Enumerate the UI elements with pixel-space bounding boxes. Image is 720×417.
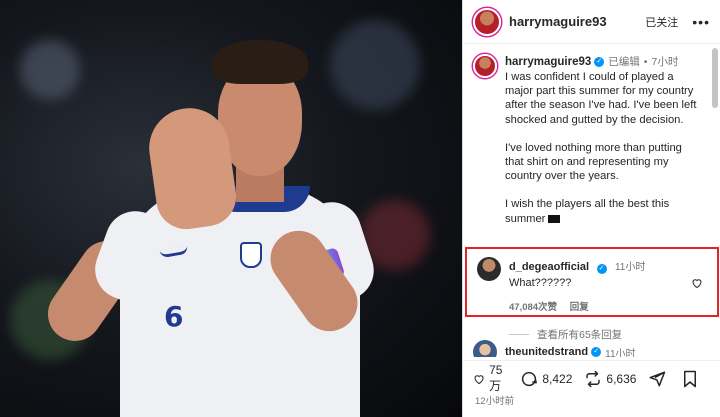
comment-action[interactable]: 8,422 — [520, 370, 572, 388]
verified-badge-icon: ✓ — [594, 56, 605, 67]
reply-button[interactable]: 回复 — [570, 302, 589, 313]
author-avatar[interactable] — [473, 7, 501, 36]
post-time: 7小时 — [651, 56, 679, 68]
caption-paragraph: I wish the players all the best this sum… — [505, 197, 699, 225]
scrollbar-thumb[interactable] — [712, 48, 718, 108]
caption-paragraph: I was confident I could of played a majo… — [505, 71, 697, 126]
comment-icon — [522, 371, 538, 386]
replies-divider — [509, 334, 529, 335]
comment-count: 8,422 — [542, 371, 573, 386]
comment-header: d_degeaofficial ✓ 11小时 — [509, 257, 707, 275]
post-header: harrymaguire93 已关注 ••• — [463, 0, 720, 44]
comments-scroll-area[interactable]: harrymaguire93 ✓ 已编辑 • 7小时 I was confide… — [463, 44, 720, 357]
verified-badge-icon: ✓ — [596, 264, 607, 274]
meta-separator: • — [643, 55, 648, 68]
comment-text: What?????? — [509, 277, 572, 289]
comment-like-heart-icon[interactable] — [691, 277, 703, 289]
post-caption: harrymaguire93 ✓ 已编辑 • 7小时 I was confide… — [463, 44, 720, 240]
comment: d_degeaofficial ✓ 11小时 What?????? 47,084… — [467, 249, 717, 313]
player-hair — [212, 40, 308, 84]
share-paper-plane-icon — [649, 371, 666, 386]
crest-badge — [240, 242, 262, 268]
caption-body: harrymaguire93 ✓ 已编辑 • 7小时 I was confide… — [505, 54, 709, 240]
caption-paragraph-text: I wish the players all the best this sum… — [505, 198, 670, 225]
caption-paragraph: I've loved nothing more than putting tha… — [505, 141, 682, 183]
post-photo[interactable]: 6 — [0, 0, 462, 417]
post-timestamp: 12小时前 — [475, 396, 515, 407]
repost-action[interactable]: 6,636 — [584, 370, 636, 388]
next-commenter-avatar[interactable] — [473, 340, 497, 357]
like-action[interactable]: 75 万 — [473, 363, 508, 394]
caption-avatar[interactable] — [473, 54, 497, 78]
heart-icon — [474, 374, 484, 384]
comment-time: 11小时 — [614, 262, 646, 273]
author-username[interactable]: harrymaguire93 — [509, 14, 607, 29]
verified-badge-icon: ✓ — [591, 347, 602, 357]
comment-body: d_degeaofficial ✓ 11小时 What?????? 47,084… — [509, 257, 707, 313]
bookmark-icon — [684, 370, 697, 387]
comment-likes[interactable]: 47,084次赞 — [509, 302, 557, 313]
post-side-panel: harrymaguire93 已关注 ••• harrymaguire93 ✓ … — [462, 0, 720, 417]
next-comment-time: 11小时 — [605, 348, 636, 358]
following-button[interactable]: 已关注 — [645, 14, 678, 30]
caption-text: I was confident I could of played a majo… — [505, 70, 709, 226]
save-action[interactable] — [682, 370, 702, 388]
flag-emoji-icon — [548, 214, 561, 223]
repost-count: 6,636 — [606, 371, 637, 386]
next-commenter-username[interactable]: theunitedstrand — [505, 346, 588, 357]
jersey-number: 6 — [164, 300, 184, 333]
repost-icon — [586, 370, 601, 387]
like-count: 75 万 — [489, 363, 503, 393]
caption-username[interactable]: harrymaguire93 — [505, 56, 591, 68]
comment-meta: 47,084次赞 回复 — [509, 299, 707, 313]
caption-header: harrymaguire93 ✓ 已编辑 • 7小时 — [505, 54, 709, 69]
next-comment: theunitedstrand ✓ 11小时 — [473, 340, 636, 357]
edited-label: 已编辑 — [608, 56, 640, 68]
more-options-icon[interactable]: ••• — [692, 14, 710, 30]
commenter-username[interactable]: d_degeaofficial — [509, 261, 589, 273]
commenter-avatar[interactable] — [477, 257, 501, 281]
instagram-post-view: 6 harrymaguire93 已关注 ••• harrymaguire93 … — [0, 0, 720, 417]
highlighted-comment: d_degeaofficial ✓ 11小时 What?????? 47,084… — [465, 247, 719, 317]
share-action[interactable] — [648, 370, 670, 388]
post-actions-bar: 75 万 8,422 6,636 — [463, 360, 720, 396]
player-figure: 6 — [37, 36, 382, 417]
